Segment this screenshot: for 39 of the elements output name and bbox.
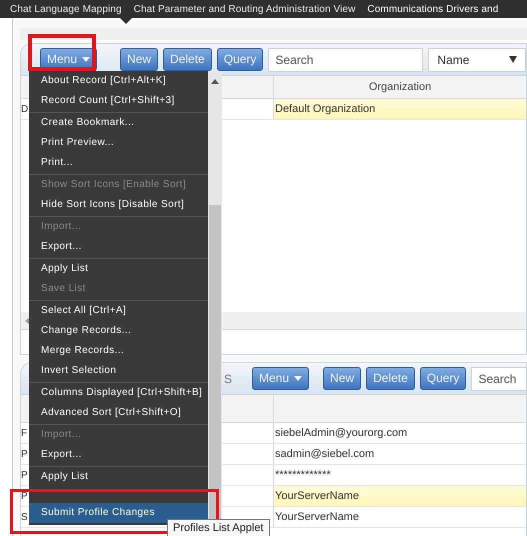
menu-item[interactable]: Select All [Ctrl+A]: [29, 301, 208, 321]
applet-title: S: [224, 370, 232, 388]
caret-icon: [82, 57, 90, 62]
table-cell: S: [21, 512, 28, 523]
nav-tab[interactable]: Chat Parameter and Routing Administration View: [134, 2, 356, 16]
menu-item[interactable]: Columns Displayed [Ctrl+Shift+B]: [29, 383, 208, 403]
menu-item[interactable]: Create Bookmark...: [29, 113, 208, 133]
annotation-frame: [28, 34, 96, 71]
menu-item[interactable]: Hide Sort Icons [Disable Sort]: [29, 195, 208, 215]
search-field[interactable]: Search: [268, 48, 424, 72]
menu-item[interactable]: Merge Records...: [29, 341, 208, 361]
caret-icon: [509, 56, 517, 63]
scroll-up-icon[interactable]: [211, 79, 219, 84]
menu-item[interactable]: Export...: [29, 237, 208, 257]
table-cell: Default Organization: [273, 99, 526, 119]
menu-item[interactable]: Change Records...: [29, 321, 208, 341]
nav-tab[interactable]: Communications Drivers and: [367, 2, 498, 16]
field-dropdown[interactable]: Name: [428, 48, 526, 72]
menu-item[interactable]: Submit Profile Changes: [29, 503, 208, 523]
menu-item[interactable]: Export...: [29, 445, 208, 465]
table-cell: P: [21, 470, 28, 481]
table-cell: D: [21, 104, 28, 115]
menu-item[interactable]: Print Preview...: [29, 133, 208, 153]
nav-tab[interactable]: Chat Language Mapping: [10, 2, 122, 16]
table-cell: P: [21, 491, 28, 502]
caret-icon: [294, 376, 302, 381]
menu-item[interactable]: Invert Selection: [29, 361, 208, 381]
menu-item[interactable]: About Record [Ctrl+Alt+K]: [29, 71, 208, 91]
tooltip: Profiles List Applet: [167, 519, 270, 536]
table-cell: P: [21, 449, 28, 460]
menu-item[interactable]: Record Count [Ctrl+Shift+3]: [29, 91, 208, 111]
menu-item[interactable]: Print...: [29, 153, 208, 173]
table-cell: YourServerName: [273, 486, 526, 506]
table-cell: F: [21, 428, 28, 439]
scrollbar-thumb[interactable]: [209, 205, 221, 520]
menu-item[interactable]: Apply List: [29, 259, 208, 279]
menu-item[interactable]: Apply List: [29, 467, 208, 487]
search-field[interactable]: Search: [471, 366, 526, 390]
column-header: Organization: [368, 80, 432, 95]
